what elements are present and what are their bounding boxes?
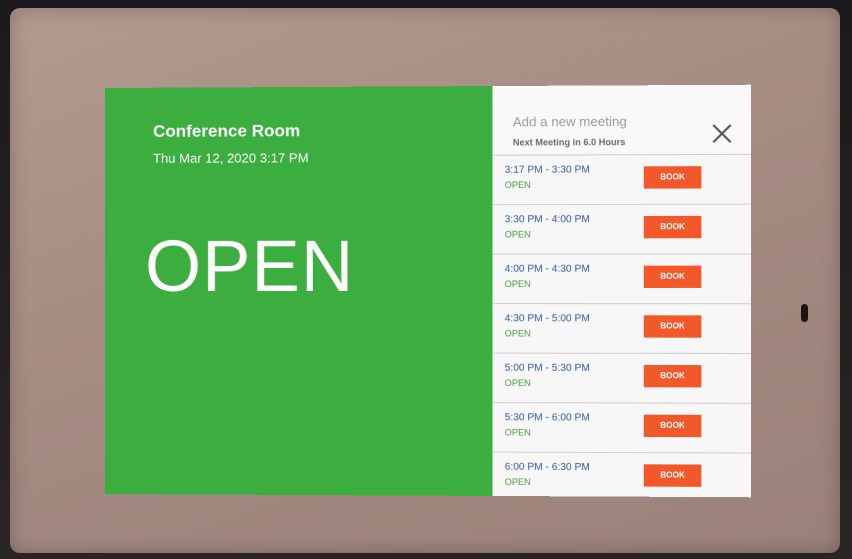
book-button[interactable]: BOOK (643, 215, 702, 239)
room-datetime: Thu Mar 12, 2020 3:17 PM (153, 150, 309, 166)
schedule-panel: Add a new meeting Next Meeting in 6.0 Ho… (492, 84, 751, 498)
add-meeting-field[interactable]: Add a new meeting (513, 114, 627, 130)
slot-time: 4:30 PM - 5:00 PM (504, 313, 590, 325)
slot-status: OPEN (504, 427, 531, 438)
tablet-screen: Conference Room Thu Mar 12, 2020 3:17 PM… (105, 84, 751, 498)
camera-sensor (801, 304, 808, 322)
book-button[interactable]: BOOK (643, 166, 702, 189)
slot-time: 3:17 PM - 3:30 PM (504, 164, 590, 176)
slot-status: OPEN (504, 229, 531, 240)
slot-time: 6:00 PM - 6:30 PM (504, 461, 590, 474)
slot-status: OPEN (504, 377, 531, 389)
room-status: OPEN (145, 226, 355, 308)
slot-status: OPEN (504, 179, 531, 191)
slot-time: 3:30 PM - 4:00 PM (504, 214, 590, 226)
time-slot-row: 4:30 PM - 5:00 PM OPEN BOOK (492, 304, 751, 354)
book-button[interactable]: BOOK (643, 265, 702, 288)
slot-status: OPEN (504, 328, 531, 339)
time-slot-row: 3:30 PM - 4:00 PM OPEN BOOK (492, 204, 751, 255)
slot-time: 5:00 PM - 5:30 PM (504, 362, 590, 374)
slot-time: 5:30 PM - 6:00 PM (504, 412, 590, 424)
time-slot-row: 5:00 PM - 5:30 PM OPEN BOOK (492, 353, 751, 404)
book-button[interactable]: BOOK (643, 364, 702, 388)
book-button[interactable]: BOOK (643, 414, 702, 438)
book-button[interactable]: BOOK (643, 464, 702, 487)
time-slot-row: 5:30 PM - 6:00 PM OPEN BOOK (492, 403, 751, 454)
slot-time: 4:00 PM - 4:30 PM (504, 263, 590, 275)
room-status-panel: Conference Room Thu Mar 12, 2020 3:17 PM… (105, 86, 493, 496)
book-button[interactable]: BOOK (643, 315, 702, 338)
next-meeting-label: Next Meeting in 6.0 Hours (512, 137, 626, 148)
slot-status: OPEN (504, 278, 531, 289)
slot-status: OPEN (504, 476, 531, 488)
time-slot-row: 3:17 PM - 3:30 PM OPEN BOOK (492, 154, 751, 206)
close-icon[interactable] (710, 121, 735, 145)
schedule-header: Add a new meeting Next Meeting in 6.0 Ho… (492, 84, 751, 156)
time-slot-row: 4:00 PM - 4:30 PM OPEN BOOK (492, 254, 751, 305)
room-name: Conference Room (153, 121, 301, 141)
time-slot-row: 6:00 PM - 6:30 PM OPEN BOOK (492, 452, 751, 498)
